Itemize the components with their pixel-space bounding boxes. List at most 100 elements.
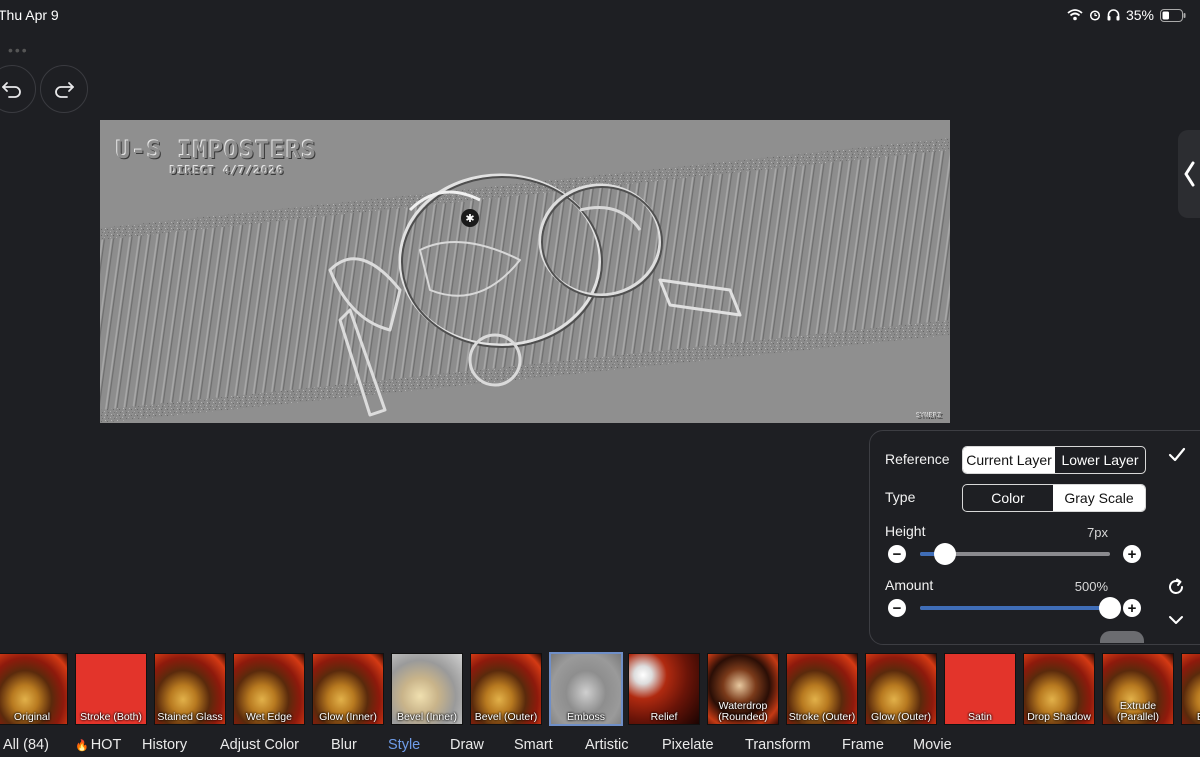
reference-option-current-layer[interactable]: Current Layer bbox=[963, 447, 1055, 473]
flame-icon: 🔥 bbox=[75, 740, 89, 752]
tab-label: Pixelate bbox=[662, 737, 714, 753]
canvas-image[interactable]: ✱ U-S IMPOSTERS DIRECT 4/7/2026 SYNERZ bbox=[100, 120, 950, 423]
alarm-icon bbox=[1089, 10, 1101, 21]
tab-label: Frame bbox=[842, 737, 884, 753]
tab-label: Draw bbox=[450, 737, 484, 753]
filter-stroke-both[interactable]: Stroke (Both) bbox=[75, 653, 147, 725]
tab-smart[interactable]: Smart bbox=[514, 737, 553, 753]
tab-blur[interactable]: Blur bbox=[331, 737, 357, 753]
filter-ex-pers[interactable]: Ex (Pers bbox=[1181, 653, 1200, 725]
side-panel-toggle[interactable] bbox=[1178, 130, 1200, 218]
tab-label: Transform bbox=[745, 737, 811, 753]
checkmark-icon[interactable] bbox=[1168, 447, 1186, 463]
filter-label: Stroke (Outer) bbox=[788, 711, 856, 723]
type-option-gray-scale[interactable]: Gray Scale bbox=[1053, 485, 1145, 511]
tab-artistic[interactable]: Artistic bbox=[585, 737, 629, 753]
emboss-settings-panel: Reference Current Layer Lower Layer Type… bbox=[869, 430, 1200, 645]
reference-segmented-control: Current Layer Lower Layer bbox=[962, 446, 1146, 474]
filter-label: Waterdrop (Rounded) bbox=[718, 700, 768, 723]
multitask-dots[interactable]: ••• bbox=[8, 42, 29, 58]
filter-stroke-outer[interactable]: Stroke (Outer) bbox=[786, 653, 858, 725]
filter-label: Wet Edge bbox=[246, 711, 292, 723]
tab-label: HOT bbox=[90, 737, 122, 753]
amount-slider[interactable] bbox=[920, 597, 1121, 619]
canvas-signature-text: SYNERZ bbox=[916, 412, 942, 420]
type-option-color[interactable]: Color bbox=[963, 485, 1053, 511]
status-bar: Thu Apr 9 35% bbox=[0, 0, 1200, 30]
headphones-icon bbox=[1107, 9, 1120, 21]
reference-label: Reference bbox=[885, 451, 950, 467]
filter-label: Satin bbox=[968, 711, 992, 723]
reference-option-lower-layer[interactable]: Lower Layer bbox=[1055, 447, 1145, 473]
filter-drop-shadow[interactable]: Drop Shadow bbox=[1023, 653, 1095, 725]
tab-movie[interactable]: Movie bbox=[913, 737, 952, 753]
tab-label: Smart bbox=[514, 737, 553, 753]
reset-icon[interactable] bbox=[1167, 578, 1185, 596]
amount-increase-button[interactable]: + bbox=[1123, 599, 1141, 617]
category-tab-bar: All (84) 🔥 HOT History Adjust Color Blur Style… bbox=[0, 737, 1200, 757]
filter-label: Emboss bbox=[567, 711, 605, 723]
filter-original[interactable]: Original bbox=[0, 653, 68, 725]
undo-icon bbox=[2, 82, 21, 98]
filter-emboss[interactable]: Emboss bbox=[549, 652, 623, 726]
filter-satin[interactable]: Satin bbox=[944, 653, 1016, 725]
tab-pixelate[interactable]: Pixelate bbox=[662, 737, 714, 753]
filter-label: Original bbox=[13, 711, 51, 723]
tab-draw[interactable]: Draw bbox=[450, 737, 484, 753]
amount-decrease-button[interactable]: − bbox=[888, 599, 906, 617]
filter-glow-inner[interactable]: Glow (Inner) bbox=[312, 653, 384, 725]
amount-slider-fill bbox=[920, 606, 1110, 610]
filter-wet-edge[interactable]: Wet Edge bbox=[233, 653, 305, 725]
wifi-icon bbox=[1067, 9, 1083, 21]
tab-label: Style bbox=[388, 737, 421, 753]
canvas-title-text: U-S IMPOSTERS bbox=[116, 136, 317, 164]
tab-style[interactable]: Style bbox=[388, 737, 420, 753]
filter-label: Extrude (Parallel) bbox=[1116, 700, 1159, 723]
status-time: Thu Apr 9 bbox=[0, 7, 59, 23]
amount-slider-thumb[interactable] bbox=[1099, 597, 1121, 619]
filter-glow-outer[interactable]: Glow (Outer) bbox=[865, 653, 937, 725]
tab-label: Blur bbox=[331, 737, 357, 753]
amount-value: 500% bbox=[1074, 579, 1108, 594]
tab-label: All (84) bbox=[3, 737, 49, 753]
battery-icon bbox=[1160, 8, 1186, 22]
redo-icon bbox=[55, 82, 74, 98]
chevron-left-icon bbox=[1184, 161, 1195, 187]
filter-bevel-outer[interactable]: Bevel (Outer) bbox=[470, 653, 542, 725]
filter-label: Drop Shadow bbox=[1027, 711, 1091, 723]
filter-label: Bevel (Inner) bbox=[396, 711, 458, 723]
status-indicators: 35% bbox=[1067, 7, 1186, 23]
filter-label: Glow (Outer) bbox=[870, 711, 932, 723]
tab-label: Adjust Color bbox=[220, 737, 299, 753]
toggle-switch[interactable] bbox=[1100, 631, 1144, 643]
tab-label: Artistic bbox=[585, 737, 629, 753]
filter-waterdrop-rounded[interactable]: Waterdrop (Rounded) bbox=[707, 653, 779, 725]
type-label: Type bbox=[885, 489, 916, 505]
undo-button[interactable] bbox=[0, 65, 36, 113]
tab-label: Movie bbox=[913, 737, 952, 753]
chevron-down-icon[interactable] bbox=[1168, 614, 1184, 626]
height-slider-thumb[interactable] bbox=[933, 543, 956, 565]
tab-transform[interactable]: Transform bbox=[745, 737, 811, 753]
type-segmented-control: Color Gray Scale bbox=[962, 484, 1146, 512]
height-value: 7px bbox=[1087, 525, 1108, 540]
filter-label: Ex (Pers bbox=[1182, 712, 1200, 723]
tab-adjust-color[interactable]: Adjust Color bbox=[220, 737, 299, 753]
filter-relief[interactable]: Relief bbox=[628, 653, 700, 725]
filter-label: Bevel (Outer) bbox=[474, 711, 538, 723]
height-slider[interactable] bbox=[920, 543, 1110, 565]
tab-hot[interactable]: 🔥 HOT bbox=[75, 737, 121, 753]
filter-extrude-parallel[interactable]: Extrude (Parallel) bbox=[1102, 653, 1174, 725]
height-decrease-button[interactable]: − bbox=[888, 545, 906, 563]
amount-label: Amount bbox=[885, 577, 934, 593]
tab-all-84[interactable]: All (84) bbox=[3, 737, 49, 753]
height-increase-button[interactable]: + bbox=[1123, 545, 1141, 563]
filter-bevel-inner[interactable]: Bevel (Inner) bbox=[391, 653, 463, 725]
filter-label: Relief bbox=[650, 711, 678, 723]
tab-history[interactable]: History bbox=[142, 737, 187, 753]
redo-button[interactable] bbox=[40, 65, 88, 113]
tab-frame[interactable]: Frame bbox=[842, 737, 884, 753]
height-label: Height bbox=[885, 523, 926, 539]
tab-label: History bbox=[142, 737, 188, 753]
filter-stained-glass[interactable]: Stained Glass bbox=[154, 653, 226, 725]
